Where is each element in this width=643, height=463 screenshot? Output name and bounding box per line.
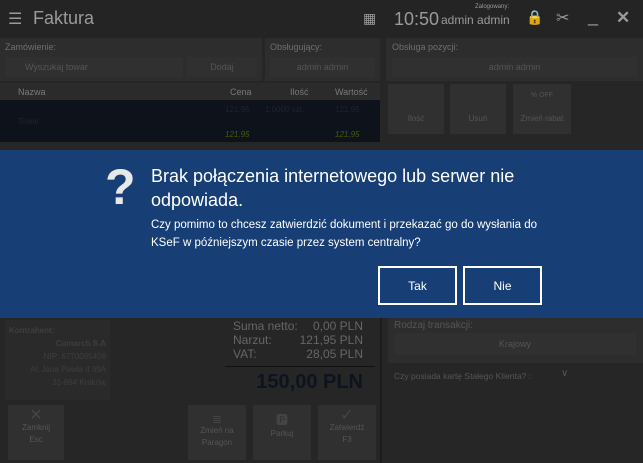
discount-icon: % OFF <box>530 92 554 99</box>
row-qty: 1,0000 szt. <box>265 105 305 114</box>
attendant-field[interactable]: admin admin <box>270 57 375 77</box>
lock-icon[interactable]: 🔒 <box>526 9 543 26</box>
contractor-label: Kontrahent: <box>9 326 55 335</box>
close-x-icon: ✕ <box>29 407 43 424</box>
park-label: Parkuj <box>270 429 294 438</box>
close-key: Esc <box>29 435 43 444</box>
question-icon: ? <box>105 159 136 215</box>
contractor-panel[interactable]: Kontrahent: Comarch S.A NIP: 6770065406 … <box>5 320 110 400</box>
add-button[interactable]: Dodaj <box>187 57 257 77</box>
row-price: 121,95 <box>225 105 250 114</box>
discount-button[interactable]: % OFF Zmień rabat <box>513 84 571 134</box>
order-label: Zamówienie: <box>5 42 57 52</box>
attendant-section: Obsługujący: admin admin <box>265 38 380 81</box>
markup-value: 121,95 PLN <box>299 333 363 347</box>
menu-icon[interactable]: ☰ <box>8 9 22 29</box>
col-price: Cena <box>230 87 252 97</box>
quantity-label: Ilość <box>407 114 425 123</box>
row-price-after: 121,95 <box>225 130 250 139</box>
sums-divider <box>225 366 375 367</box>
dialog-title: Brak połączenia internetowego lub serwer… <box>151 166 515 210</box>
grid-icon[interactable]: ▦ <box>363 10 376 27</box>
logged-label: Zalogowany: <box>475 4 510 10</box>
park-icon: 🅿 <box>275 413 288 427</box>
park-button[interactable]: 🅿 Parkuj <box>253 405 311 460</box>
minimize-icon[interactable]: _ <box>588 6 598 27</box>
vat-label: VAT: <box>233 347 257 361</box>
markup-label: Narzut: <box>233 333 272 347</box>
no-button[interactable]: Nie <box>463 266 542 305</box>
net-value: 0,00 PLN <box>312 319 363 333</box>
clock: 10:50 <box>394 9 440 29</box>
confirm-label: Zatwierdź <box>329 423 365 432</box>
tools-icon[interactable]: ✂ <box>556 8 569 28</box>
title-bar: ☰ Faktura ▦ 10:50 Zalogowany: admin admi… <box>0 0 643 38</box>
attendant-label: Obsługujący: <box>270 42 323 52</box>
discount-label: Zmień rabat <box>520 114 564 123</box>
loyalty-question: Czy posiada kartę Stałego Klienta? : <box>394 371 532 381</box>
quantity-button[interactable]: Ilość <box>388 84 444 134</box>
divider <box>380 318 382 463</box>
col-qty: Ilość <box>290 87 309 97</box>
page-title: Faktura <box>33 8 95 28</box>
table-row[interactable]: Towar 121,95 1,0000 szt. 121,95 121,95 1… <box>0 100 380 142</box>
contractor-street: Al. Jana Pawła II 39A <box>29 365 106 374</box>
receipt-icon: ≣ <box>211 412 223 426</box>
close-label: Zamknij <box>21 423 50 432</box>
search-input[interactable]: Wyszukaj towar <box>5 57 183 77</box>
delete-label: Usuń <box>468 114 488 123</box>
change-to-receipt-button[interactable]: ≣ Zmień na Paragon <box>188 405 246 460</box>
contractor-city: 31-864 Kraków <box>52 378 106 387</box>
row-value: 121,95 <box>335 105 360 114</box>
total-value: 150,00 PLN <box>256 371 363 393</box>
close-icon[interactable]: ✕ <box>616 8 630 28</box>
yes-button[interactable]: Tak <box>378 266 457 305</box>
transaction-section: Rodzaj transakcji: Krajowy <box>388 318 643 363</box>
delete-button[interactable]: Usuń <box>450 84 506 134</box>
transaction-select[interactable]: Krajowy <box>394 333 636 355</box>
order-section: Zamówienie: Wyszukaj towar Dodaj <box>0 38 262 81</box>
sums-panel: Suma netto: 0,00 PLN Narzut: 121,95 PLN VA… <box>233 319 363 361</box>
transaction-label: Rodzaj transakcji: <box>394 320 473 331</box>
confirm-dialog: ? Brak połączenia internetowego lub serw… <box>0 150 643 318</box>
table-header: Nazwa Cena Ilość Wartość <box>0 83 380 100</box>
position-label: Obsługa pozycji: <box>392 42 459 52</box>
confirm-button[interactable]: ✓ Zatwierdź F3 <box>318 405 376 460</box>
net-label: Suma netto: <box>233 319 298 333</box>
col-value: Wartość <box>335 87 368 97</box>
position-section: Obsługa pozycji: admin admin <box>386 38 643 81</box>
row-name: Towar <box>18 117 40 126</box>
user-name: admin admin <box>441 13 510 27</box>
contractor-name: Comarch S.A <box>55 339 106 348</box>
close-document-button[interactable]: ✕ Zamknij Esc <box>8 405 64 460</box>
confirm-key: F3 <box>342 435 352 444</box>
dialog-message: Czy pomimo to chcesz zatwierdzić dokumen… <box>151 219 538 249</box>
row-value-after: 121,95 <box>335 130 360 139</box>
check-icon: ✓ <box>340 407 354 424</box>
position-field[interactable]: admin admin <box>392 57 637 77</box>
vat-value: 28,05 PLN <box>306 347 363 361</box>
chevron-down-icon[interactable]: ∨ <box>561 368 568 379</box>
col-name: Nazwa <box>18 87 46 97</box>
contractor-nip: NIP: 6770065406 <box>43 352 106 361</box>
receipt-label: Zmień na Paragon <box>200 426 234 447</box>
